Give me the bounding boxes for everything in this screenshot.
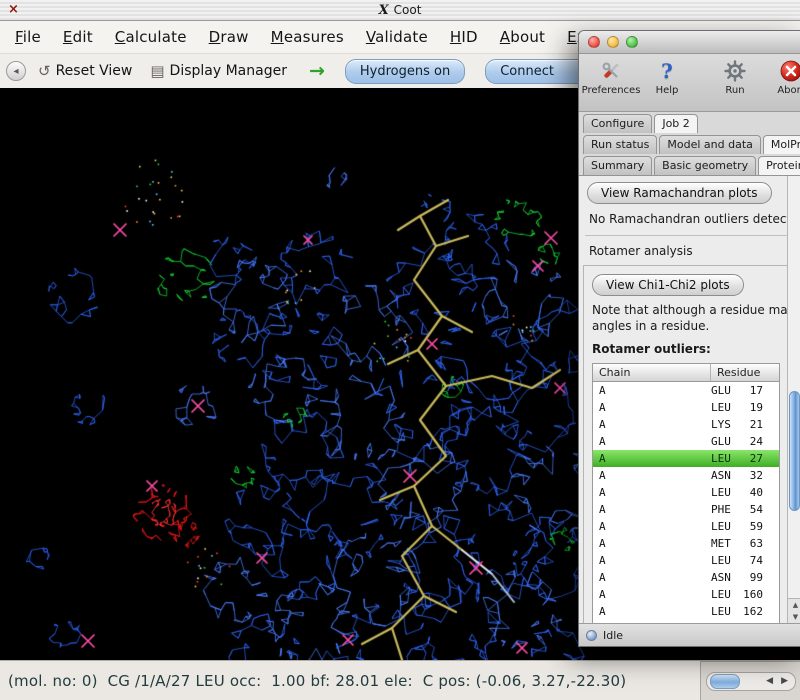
rotamer-row[interactable]: APHE54 [593, 501, 779, 518]
preferences-button[interactable]: Preferences [583, 57, 639, 96]
window-title-text: Coot [394, 3, 422, 17]
rotamer-section-title: Rotamer analysis [583, 244, 800, 259]
run-button[interactable]: Run [707, 57, 763, 96]
tab-protein[interactable]: Protein [758, 156, 800, 175]
rotamer-row[interactable]: APHE164 [593, 620, 779, 623]
abort-button[interactable]: Abort [763, 57, 800, 96]
menu-item-draw[interactable]: Draw [198, 28, 260, 46]
tools-icon [599, 57, 623, 84]
coot-app: × X Coot FileEditCalculateDrawMeasuresVa… [0, 0, 800, 699]
menu-item-validate[interactable]: Validate [355, 28, 439, 46]
corner-panel: ◀ ▶ [700, 661, 800, 700]
view-chi-plots-button[interactable]: View Chi1-Chi2 plots [592, 274, 744, 296]
dialog-status-text: Idle [603, 628, 623, 643]
menu-item-file[interactable]: File [4, 28, 52, 46]
dialog-titlebar[interactable] [579, 31, 800, 54]
column-header-chain[interactable]: Chain [593, 364, 711, 381]
menu-item-edit[interactable]: Edit [52, 28, 104, 46]
close-button[interactable] [588, 36, 600, 48]
back-arrow-icon[interactable]: ◂ [6, 61, 26, 81]
green-arrow-icon[interactable]: → [309, 60, 325, 82]
rotamer-row[interactable]: ALEU162 [593, 603, 779, 620]
tab-job-2[interactable]: Job 2 [654, 114, 697, 133]
tab-model-and-data[interactable]: Model and data [659, 135, 761, 154]
rotamer-row[interactable]: ALEU160 [593, 586, 779, 603]
scrollbar-thumb[interactable] [789, 391, 800, 512]
rotamer-outliers-label: Rotamer outliers: [592, 342, 800, 357]
x11-logo-icon: X [379, 3, 389, 18]
rotamer-row[interactable]: AGLU24 [593, 433, 779, 450]
zoom-button[interactable] [626, 36, 638, 48]
tab-molprobity[interactable]: MolProbity [763, 135, 800, 154]
scroll-right-icon[interactable]: ▶ [781, 674, 788, 688]
menu-item-measures[interactable]: Measures [260, 28, 355, 46]
help-button[interactable]: ?Help [639, 57, 695, 96]
menu-item-about[interactable]: About [489, 28, 556, 46]
rotamer-note-line1: Note that although a residue may lie in [592, 302, 800, 318]
molprobity-window: Preferences?HelpRunAbort ConfigureJob 2 … [578, 30, 800, 647]
status-text: (mol. no: 0) CG /1/A/27 LEU occ: 1.00 bf… [8, 672, 626, 690]
rotamer-row[interactable]: ALYS21 [593, 416, 779, 433]
display-manager-icon: ▤ [150, 62, 164, 80]
tab-configure[interactable]: Configure [583, 114, 652, 133]
tab-run-status[interactable]: Run status [583, 135, 657, 154]
table-body: AGLU17ALEU19ALYS21AGLU24ALEU27AASN32ALEU… [593, 382, 779, 623]
coot-titlebar[interactable]: × X Coot [0, 0, 800, 21]
menu-item-hid[interactable]: HID [439, 28, 489, 46]
close-icon[interactable]: × [8, 0, 19, 20]
hydrogens-toggle-button[interactable]: Hydrogens on [345, 59, 465, 84]
gear-icon [723, 57, 747, 84]
status-orb-icon [586, 630, 597, 641]
rotamer-note-line2: angles in a residue. [592, 318, 800, 334]
minimize-button[interactable] [607, 36, 619, 48]
help-icon: ? [661, 57, 673, 84]
rotamer-frame: View Chi1-Chi2 plots Note that although … [583, 265, 800, 623]
rotamer-row[interactable]: AASN99 [593, 569, 779, 586]
dialog-toolbar: Preferences?Help RunAbort [579, 54, 800, 112]
rotamer-row[interactable]: AGLU17 [593, 382, 779, 399]
reset-view-label: Reset View [56, 63, 133, 79]
rotamer-row[interactable]: ALEU27 [593, 450, 779, 467]
section-divider [585, 235, 797, 236]
rotamer-row[interactable]: ALEU74 [593, 552, 779, 569]
scroll-up-icon[interactable]: ▲ [788, 599, 800, 611]
dialog-content: View Ramachandran plots No Ramachandran … [579, 175, 800, 623]
horizontal-scrollbar[interactable]: ◀ ▶ [706, 672, 796, 691]
h-scrollbar-thumb[interactable] [710, 674, 740, 689]
table-header: Chain Residue [593, 364, 779, 382]
display-manager-button[interactable]: ▤ Display Manager [144, 59, 293, 83]
main-statusbar: (mol. no: 0) CG /1/A/27 LEU occ: 1.00 bf… [0, 660, 800, 700]
rotamer-row[interactable]: ALEU59 [593, 518, 779, 535]
window-title: X Coot [0, 3, 800, 18]
tabs-configure-job: ConfigureJob 2 [579, 112, 800, 133]
scroll-left-icon[interactable]: ◀ [766, 674, 773, 688]
column-header-residue[interactable]: Residue [711, 366, 760, 379]
display-manager-label: Display Manager [170, 63, 287, 79]
tab-basic-geometry[interactable]: Basic geometry [654, 156, 756, 175]
tab-summary[interactable]: Summary [583, 156, 652, 175]
tabs-molprobity-sections: SummaryBasic geometryProteinClashes [579, 154, 800, 175]
rotamer-table: Chain Residue AGLU17ALEU19ALYS21AGLU24AL… [592, 363, 780, 623]
reset-view-button[interactable]: ↺ Reset View [32, 59, 138, 83]
scrollbar-arrows: ▲ ▼ [788, 598, 800, 623]
dialog-statusbar: Idle [579, 623, 800, 646]
abort-icon [779, 57, 800, 84]
scroll-down-icon[interactable]: ▼ [788, 611, 800, 623]
reset-view-icon: ↺ [38, 62, 51, 80]
view-ramachandran-button[interactable]: View Ramachandran plots [587, 182, 772, 204]
rotamer-row[interactable]: ALEU19 [593, 399, 779, 416]
ramachandran-status: No Ramachandran outliers detected [583, 212, 800, 227]
rotamer-row[interactable]: AASN32 [593, 467, 779, 484]
rotamer-row[interactable]: ALEU40 [593, 484, 779, 501]
rotamer-row[interactable]: AMET63 [593, 535, 779, 552]
connect-button[interactable]: Connect [485, 59, 589, 84]
dialog-scrollbar[interactable]: ▲ ▼ [787, 176, 800, 623]
menu-item-calculate[interactable]: Calculate [104, 28, 198, 46]
tabs-job-sections: Run statusModel and dataMolProbity [579, 133, 800, 154]
